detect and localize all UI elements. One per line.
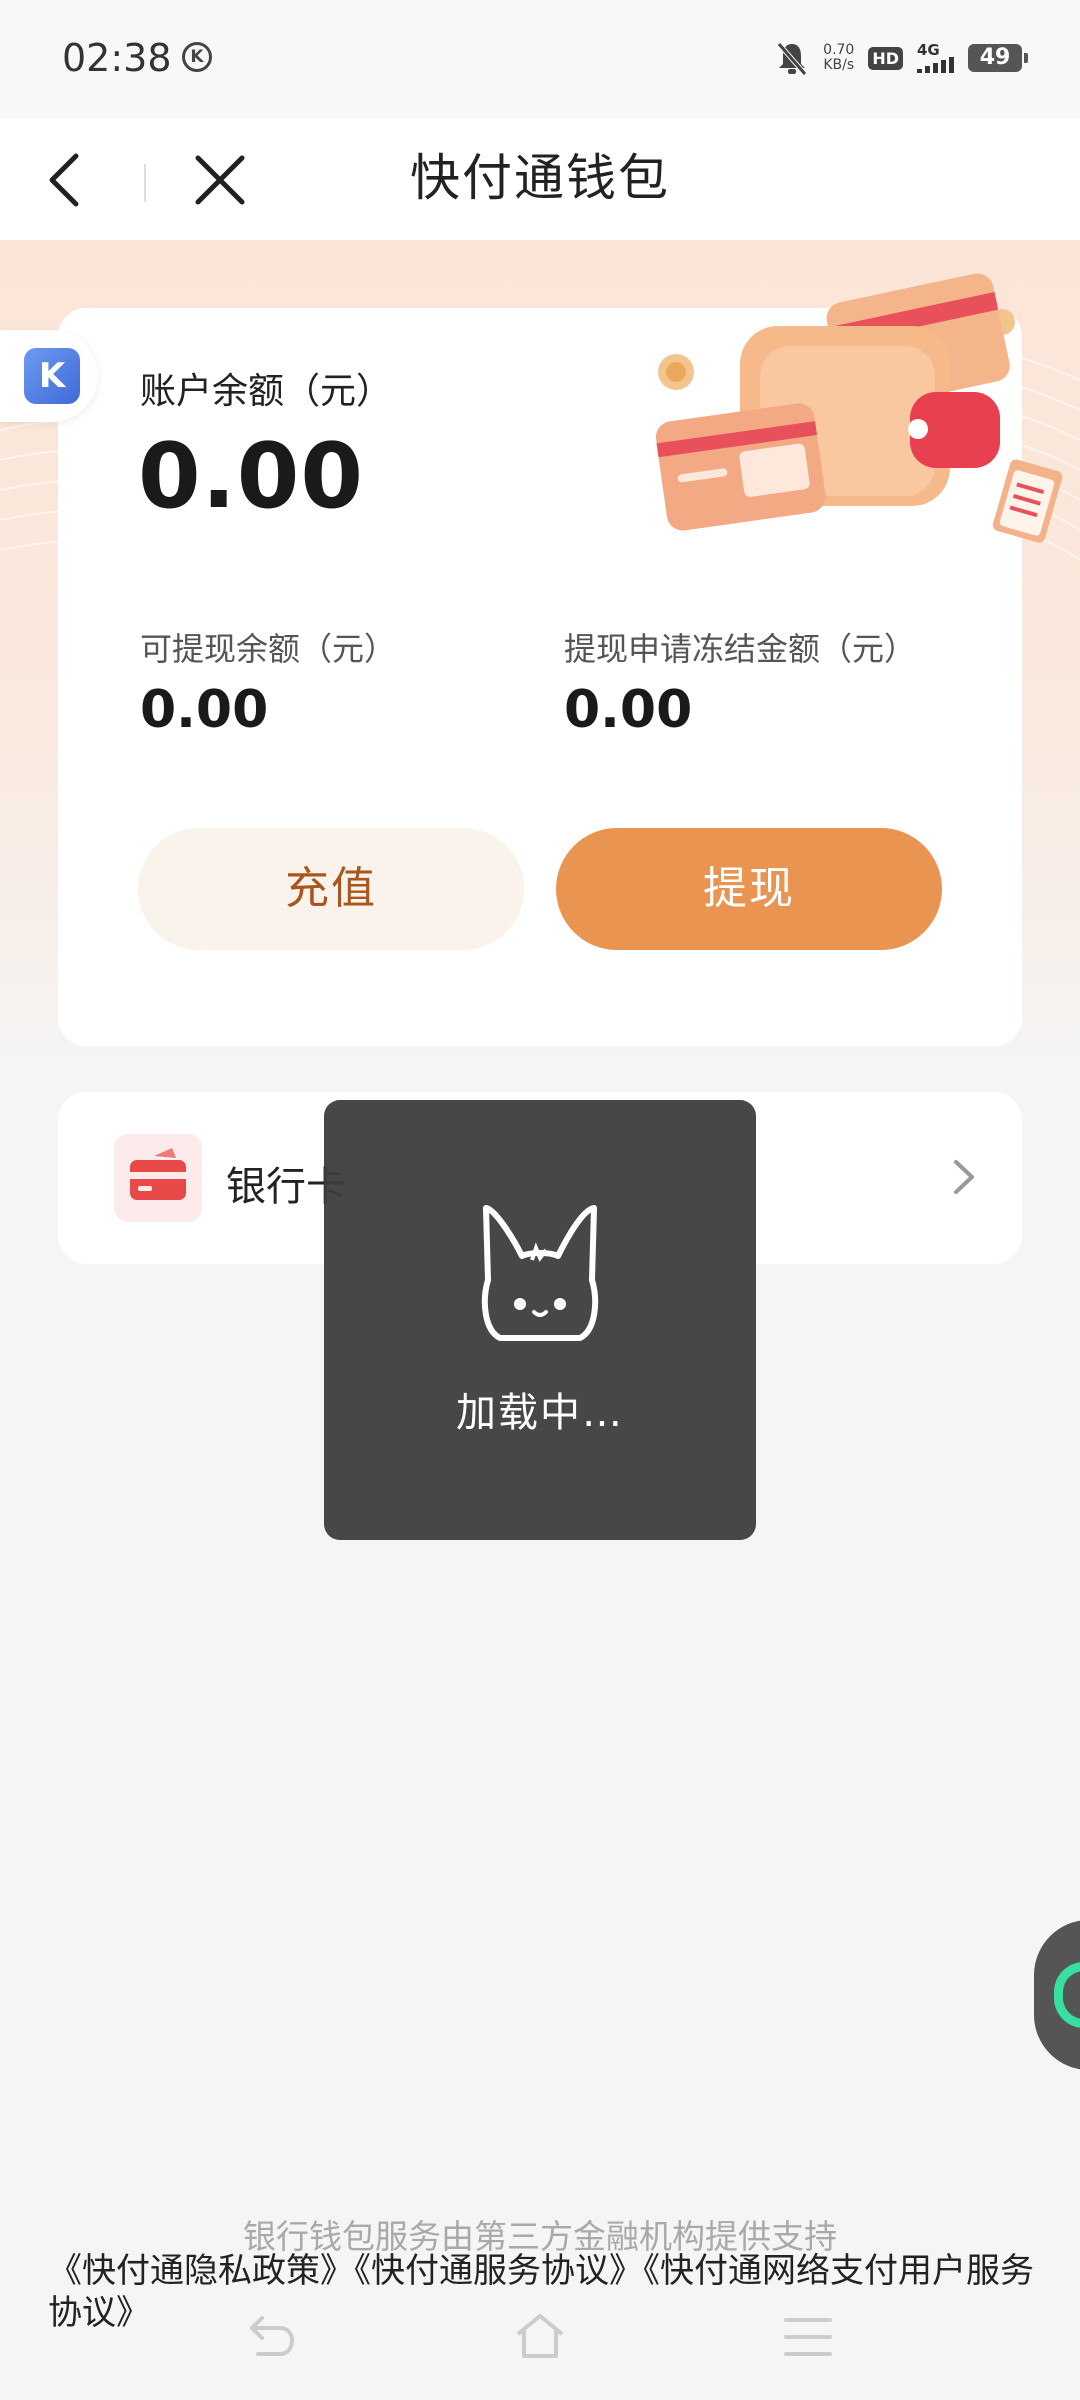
service-agreement-link[interactable]: 《快付通服务协议》 xyxy=(354,2251,643,2291)
network-speed: 0.70 KB/s xyxy=(823,43,854,73)
signal-bars-icon xyxy=(917,57,954,73)
status-time: 02:38 xyxy=(62,36,172,80)
floating-assistant-button[interactable] xyxy=(1034,1920,1080,2070)
battery-icon: 49 xyxy=(968,44,1028,72)
frozen-amount-label: 提现申请冻结金额（元） xyxy=(564,630,917,668)
account-balance-label: 账户余额（元） xyxy=(140,371,393,412)
page-title: 快付通钱包 xyxy=(410,149,670,207)
wallet-illustration-icon xyxy=(655,273,1063,543)
withdrawable-balance-label: 可提现余额（元） xyxy=(140,630,397,668)
signal-indicator: 4G xyxy=(917,43,954,73)
credit-card-icon xyxy=(130,1148,186,1200)
k-app-icon: K xyxy=(182,42,212,72)
recharge-button[interactable]: 充值 xyxy=(138,828,524,950)
chevron-right-icon xyxy=(954,1160,974,1194)
assistant-icon xyxy=(1054,1962,1080,2028)
wallet-page: 02:38 K 0.70 KB/s HD 4G 49 快付通钱包 K 账户余额（… xyxy=(0,0,1080,2400)
account-balance-value: 0.00 xyxy=(138,424,365,529)
status-indicators: 0.70 KB/s HD 4G 49 xyxy=(775,38,1028,78)
status-bar: 02:38 K 0.70 KB/s HD 4G 49 xyxy=(0,0,1080,118)
loading-toast: 加载中… xyxy=(324,1100,756,1540)
nav-bar: 快付通钱包 xyxy=(0,118,1080,240)
network-speed-value: 0.70 xyxy=(823,42,855,58)
withdrawable-balance-value: 0.00 xyxy=(140,680,269,740)
bank-card-icon xyxy=(114,1134,202,1222)
system-nav-bar xyxy=(0,2300,1080,2400)
network-speed-unit: KB/s xyxy=(823,57,855,73)
frozen-amount-value: 0.00 xyxy=(564,680,693,740)
network-type: 4G xyxy=(917,41,940,59)
rabbit-mascot-icon xyxy=(481,1205,599,1341)
system-back-icon[interactable] xyxy=(244,2308,300,2364)
kuaifutong-logo-icon: K xyxy=(24,348,80,404)
side-app-logo[interactable]: K xyxy=(0,330,98,422)
system-home-icon[interactable] xyxy=(512,2308,568,2364)
loading-text: 加载中… xyxy=(456,1390,624,1436)
bell-muted-icon xyxy=(777,42,808,76)
withdraw-button[interactable]: 提现 xyxy=(556,828,942,950)
hd-badge: HD xyxy=(868,46,903,70)
privacy-policy-link[interactable]: 《快付通隐私政策》 xyxy=(48,2251,354,2291)
system-menu-icon[interactable] xyxy=(780,2312,836,2362)
